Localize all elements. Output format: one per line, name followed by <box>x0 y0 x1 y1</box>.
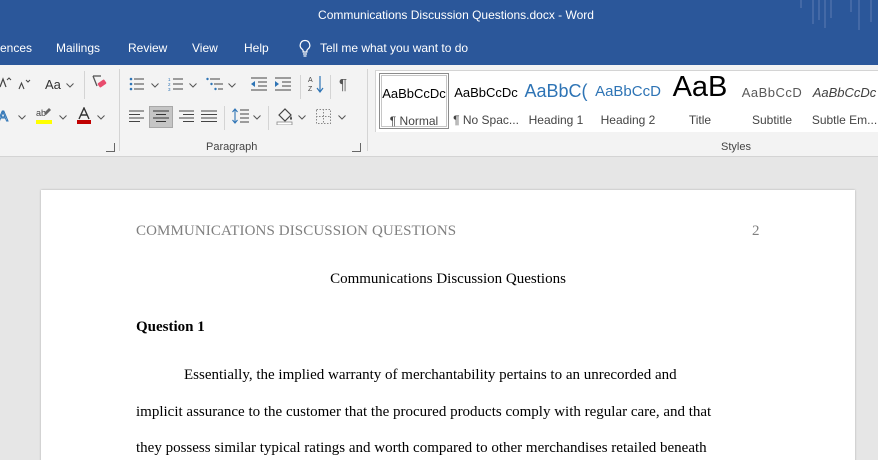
style-heading-1[interactable]: AaBbC( Heading 1 <box>524 73 588 129</box>
title-bar: Communications Discussion Questions.docx… <box>0 0 878 31</box>
style-label: ¶ No Spac... <box>453 113 519 127</box>
style-preview: AaBbC( <box>524 81 588 101</box>
document-page[interactable]: COMMUNICATIONS DISCUSSION QUESTIONS 2 Co… <box>41 190 855 460</box>
style-preview: AaBbCcDc <box>812 85 877 100</box>
tell-me-search[interactable]: Tell me what you want to do <box>320 41 468 55</box>
style-label: Title <box>688 113 712 127</box>
tab-view[interactable]: View <box>192 41 218 55</box>
align-center-button[interactable] <box>149 106 173 128</box>
change-case-button[interactable]: Aa <box>45 77 61 92</box>
style-preview: AaB <box>672 73 728 103</box>
style-label: Subtle Em... <box>811 113 878 127</box>
style-no-spacing[interactable]: AaBbCcDc ¶ No Spac... <box>450 73 522 129</box>
style-title[interactable]: AaB Title <box>666 73 734 129</box>
toolbar-divider <box>330 75 331 99</box>
paragraph-line: implicit assurance to the customer that … <box>136 404 712 420</box>
running-header: COMMUNICATIONS DISCUSSION QUESTIONS <box>136 223 457 239</box>
increase-indent-icon[interactable] <box>274 77 292 91</box>
line-spacing-icon[interactable] <box>232 108 250 125</box>
ribbon: Aa A ab 1 2 3 A Z ¶ Paragraph AaBbCcDc ¶… <box>0 65 878 157</box>
styles-group-label: Styles <box>721 141 751 153</box>
show-formatting-marks-icon[interactable]: ¶ <box>339 76 347 93</box>
tab-review[interactable]: Review <box>128 41 167 55</box>
align-left-icon[interactable] <box>129 110 145 123</box>
styles-gallery: AaBbCcDc ¶ Normal AaBbCcDc ¶ No Spac... … <box>375 70 878 132</box>
style-label: Heading 2 <box>600 113 656 127</box>
clear-formatting-icon[interactable] <box>91 74 107 90</box>
chevron-down-icon[interactable] <box>189 83 197 88</box>
tab-references[interactable]: ences <box>0 41 32 55</box>
toolbar-divider <box>268 106 269 130</box>
align-center-icon <box>153 110 169 122</box>
style-heading-2[interactable]: AaBbCcD Heading 2 <box>594 73 662 129</box>
multilevel-list-icon[interactable] <box>206 77 224 91</box>
paragraph-dialog-launcher[interactable] <box>352 143 361 152</box>
style-preview: AaBbCcDc <box>454 85 518 100</box>
ribbon-tabs: ences Mailings Review View Help Tell me … <box>0 31 878 65</box>
chevron-down-icon[interactable] <box>338 115 346 120</box>
style-label: Heading 1 <box>528 113 584 127</box>
lightbulb-icon <box>299 39 311 57</box>
style-preview: AaBbCcD <box>741 85 803 100</box>
align-right-icon[interactable] <box>178 110 194 123</box>
style-label: Subtitle <box>751 113 793 127</box>
document-title: Communications Discussion Questions <box>330 271 566 287</box>
chevron-down-icon[interactable] <box>66 83 74 88</box>
bullets-icon[interactable] <box>129 77 145 91</box>
document-canvas[interactable]: COMMUNICATIONS DISCUSSION QUESTIONS 2 Co… <box>0 158 878 460</box>
text-effects-icon[interactable]: A <box>0 108 16 124</box>
highlight-color-icon[interactable]: ab <box>35 107 55 125</box>
style-label: ¶ Normal <box>389 114 439 128</box>
chevron-down-icon[interactable] <box>298 115 306 120</box>
style-normal[interactable]: AaBbCcDc ¶ Normal <box>379 73 449 129</box>
chevron-down-icon[interactable] <box>59 115 67 120</box>
chevron-down-icon[interactable] <box>97 115 105 120</box>
tab-mailings[interactable]: Mailings <box>56 41 100 55</box>
chevron-down-icon[interactable] <box>228 83 236 88</box>
chevron-down-icon[interactable] <box>151 83 159 88</box>
font-dialog-launcher[interactable] <box>106 143 115 152</box>
group-divider <box>367 69 368 151</box>
title-bar-pattern <box>798 0 878 31</box>
paragraph-line: Essentially, the implied warranty of mer… <box>184 367 677 383</box>
sort-icon[interactable]: A Z <box>308 75 324 93</box>
svg-text:A: A <box>0 108 8 124</box>
justify-icon[interactable] <box>201 110 217 123</box>
grow-font-icon[interactable] <box>0 77 12 89</box>
chevron-down-icon[interactable] <box>253 115 261 120</box>
style-preview: AaBbCcD <box>595 83 661 100</box>
tab-help[interactable]: Help <box>244 41 269 55</box>
page-number: 2 <box>752 223 760 239</box>
question-heading: Question 1 <box>136 319 205 335</box>
svg-text:A: A <box>308 77 313 84</box>
borders-icon[interactable] <box>316 109 331 124</box>
window-title: Communications Discussion Questions.docx… <box>318 8 594 22</box>
font-color-icon[interactable] <box>76 107 92 125</box>
toolbar-divider <box>300 75 301 99</box>
toolbar-divider <box>224 106 225 130</box>
decrease-indent-icon[interactable] <box>250 77 268 91</box>
shrink-font-icon[interactable] <box>18 79 32 91</box>
style-subtitle[interactable]: AaBbCcD Subtitle <box>738 73 806 129</box>
style-subtle-emphasis[interactable]: AaBbCcDc Subtle Em... <box>810 73 878 129</box>
svg-text:3: 3 <box>168 87 171 91</box>
shading-icon[interactable] <box>276 107 294 125</box>
chevron-down-icon[interactable] <box>18 115 26 120</box>
group-divider <box>119 69 120 151</box>
style-preview: AaBbCcDc <box>382 86 446 101</box>
svg-text:Z: Z <box>308 86 313 93</box>
paragraph-group-label: Paragraph <box>206 141 258 153</box>
numbering-icon[interactable]: 1 2 3 <box>168 77 184 91</box>
paragraph-line: they possess similar typical ratings and… <box>136 440 707 456</box>
